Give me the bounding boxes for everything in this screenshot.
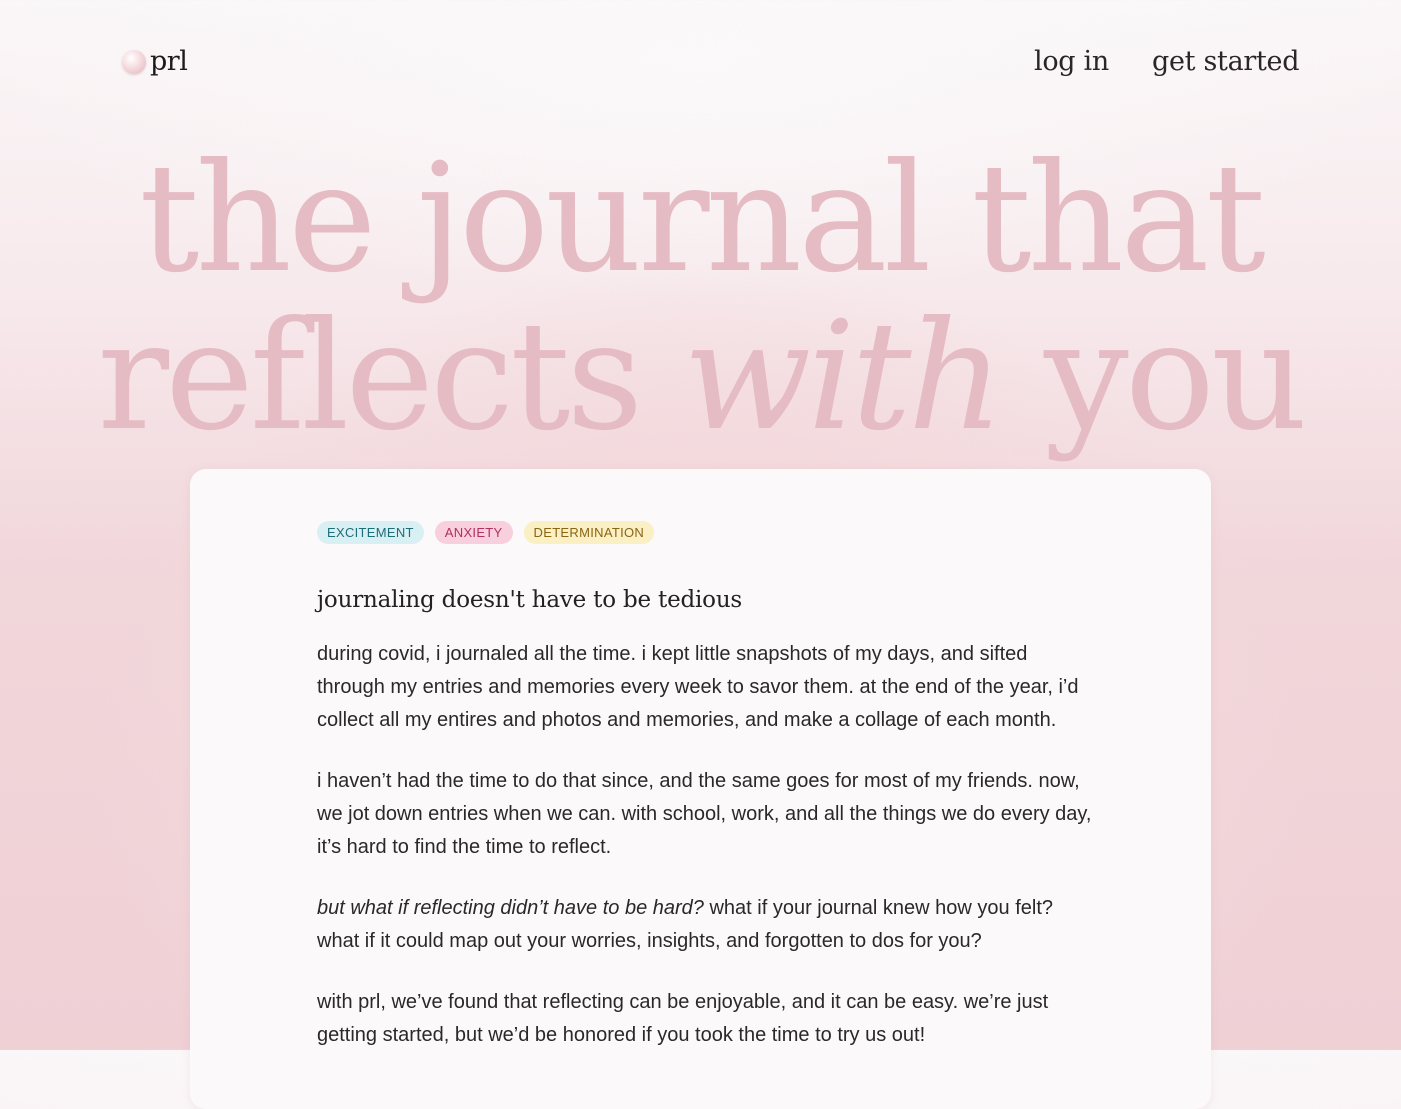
logo-text: prl <box>150 46 188 77</box>
pearl-logo-icon <box>122 49 146 74</box>
entry-paragraph-1: during covid, i journaled all the time. … <box>317 643 1079 731</box>
tag-anxiety: ANXIETY <box>434 521 513 544</box>
entry-body: during covid, i journaled all the time. … <box>317 638 1097 1080</box>
login-link[interactable]: log in <box>1034 46 1109 77</box>
entry-paragraph-3: but what if reflecting didn’t have to be… <box>317 892 1097 958</box>
emotion-tags: EXCITEMENT ANXIETY DETERMINATION <box>317 521 655 544</box>
entry-paragraph-3-italic: but what if reflecting didn’t have to be… <box>317 897 704 919</box>
hero-line-1: the journal that <box>139 132 1266 306</box>
hero-emphasis: with <box>683 290 1004 464</box>
entry-title: journaling doesn't have to be tedious <box>317 587 743 613</box>
hero-line-2-prefix: reflects <box>97 290 684 464</box>
tag-excitement: EXCITEMENT <box>317 521 424 544</box>
entry-paragraph-2: i haven’t had the time to do that since,… <box>317 770 1092 858</box>
hero-heading: the journal that reflects with you <box>0 140 1401 456</box>
get-started-link[interactable]: get started <box>1152 46 1300 77</box>
hero-line-2: reflects with you <box>0 298 1401 456</box>
journal-entry-card: EXCITEMENT ANXIETY DETERMINATION journal… <box>190 469 1211 1109</box>
tag-determination: DETERMINATION <box>523 521 655 544</box>
entry-paragraph-4: with prl, we’ve found that reflecting ca… <box>317 991 1049 1046</box>
logo[interactable]: prl <box>122 46 188 77</box>
hero-line-2-suffix: you <box>1000 290 1308 464</box>
top-nav: prl log in get started <box>0 38 1401 90</box>
